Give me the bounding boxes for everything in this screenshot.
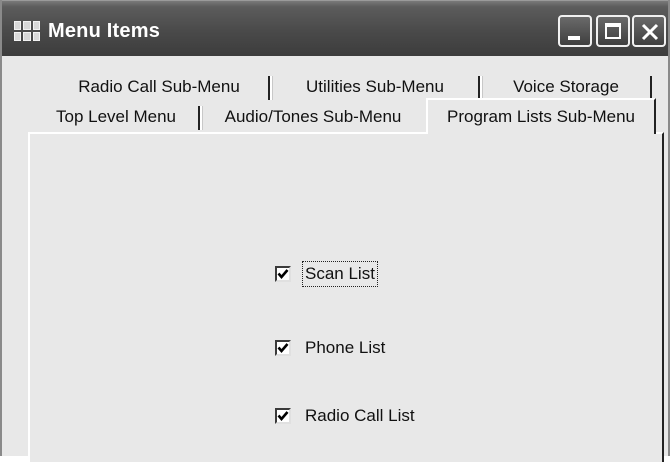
tab-radio-call-sub-menu[interactable]: Radio Call Sub-Menu xyxy=(48,72,270,102)
checkbox-checked-icon[interactable] xyxy=(275,266,291,282)
tab-top-level-menu[interactable]: Top Level Menu xyxy=(32,102,200,132)
tab-label: Utilities Sub-Menu xyxy=(306,77,444,96)
radio-call-list-label[interactable]: Radio Call List xyxy=(305,406,415,426)
phone-list-label[interactable]: Phone List xyxy=(305,338,385,358)
title-bar[interactable]: Menu Items xyxy=(2,0,668,56)
maximize-button[interactable] xyxy=(596,15,630,47)
window-title: Menu Items xyxy=(48,20,161,42)
tab-label: Voice Storage xyxy=(513,77,619,96)
checkbox-checked-icon[interactable] xyxy=(275,340,291,356)
minimize-button[interactable] xyxy=(558,15,592,47)
checkbox-checked-icon[interactable] xyxy=(275,408,291,424)
tab-label: Program Lists Sub-Menu xyxy=(446,107,636,126)
phone-list-checkbox[interactable]: Phone List xyxy=(275,337,385,359)
app-grid-icon xyxy=(14,21,40,41)
tab-label: Radio Call Sub-Menu xyxy=(78,77,240,96)
scan-list-label[interactable]: Scan List xyxy=(302,261,378,287)
scan-list-checkbox[interactable]: Scan List xyxy=(275,261,378,287)
tab-label: Top Level Menu xyxy=(55,107,177,126)
menu-items-window: Menu Items Radio Call Sub-Menu Utilities… xyxy=(0,0,670,462)
close-icon xyxy=(641,23,659,41)
tab-program-lists-sub-menu[interactable]: Program Lists Sub-Menu xyxy=(426,98,656,134)
close-button[interactable] xyxy=(632,15,666,47)
tab-label: Audio/Tones Sub-Menu xyxy=(224,107,402,126)
radio-call-list-checkbox[interactable]: Radio Call List xyxy=(275,405,415,427)
tab-audio-tones-sub-menu[interactable]: Audio/Tones Sub-Menu xyxy=(200,102,426,132)
